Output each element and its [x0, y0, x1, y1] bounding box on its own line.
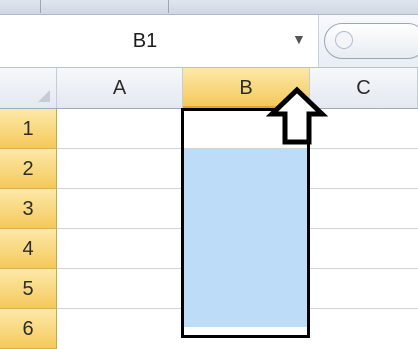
- up-arrow-icon: [266, 86, 328, 145]
- name-box[interactable]: B1 ▼: [0, 15, 319, 67]
- row-header-1[interactable]: 1: [0, 109, 57, 149]
- row-header-2[interactable]: 2: [0, 149, 57, 189]
- row-header-5[interactable]: 5: [0, 269, 57, 309]
- insert-function-button[interactable]: [324, 23, 418, 59]
- name-box-value: B1: [132, 30, 158, 52]
- select-all-button[interactable]: [0, 68, 57, 108]
- row-header-4[interactable]: 4: [0, 229, 57, 269]
- column-header-a[interactable]: A: [57, 68, 183, 108]
- column-headers: A B C: [0, 68, 418, 109]
- chevron-down-icon[interactable]: ▼: [292, 31, 306, 47]
- ribbon-divider: [40, 0, 41, 13]
- select-all-icon: [38, 90, 50, 102]
- ribbon-bottom-edge: [0, 0, 418, 15]
- formula-bar: B1 ▼: [0, 15, 418, 68]
- row-header-3[interactable]: 3: [0, 189, 57, 229]
- ribbon-divider: [168, 0, 169, 13]
- insert-function-icon: [335, 31, 353, 49]
- row-header-6[interactable]: 6: [0, 309, 57, 349]
